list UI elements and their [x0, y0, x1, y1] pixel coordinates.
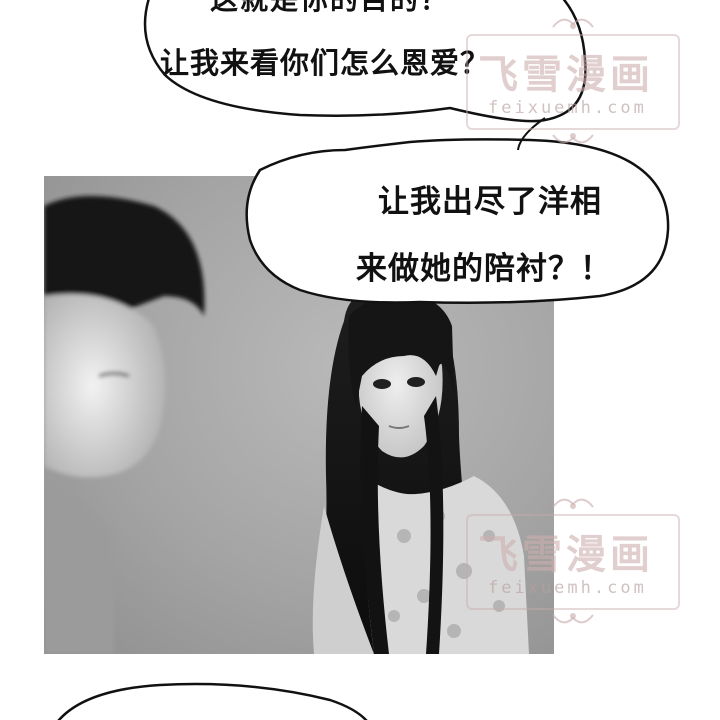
watermark-url: feixuemh.com — [488, 98, 647, 118]
watermark-ornament-icon — [552, 613, 594, 624]
speech-bubble-3 — [57, 682, 368, 720]
watermark-top: 飞雪漫画 feixuemh.com — [448, 18, 698, 150]
watermark-bottom: 飞雪漫画 feixuemh.com — [448, 498, 698, 630]
comic-page: 这就是你的目的？ 让我来看你们怎么恩爱？ 让我出尽了洋相 来做她的陪衬？！ 飞雪… — [0, 0, 720, 720]
watermark-ornament-icon — [552, 18, 594, 29]
watermark-ornament-icon — [552, 498, 594, 509]
watermark-title: 飞雪漫画 — [478, 52, 654, 98]
watermark-url: feixuemh.com — [488, 578, 647, 598]
watermark-title: 飞雪漫画 — [478, 532, 654, 578]
watermark-ornament-icon — [552, 133, 594, 144]
bubble-1-line-2: 让我来看你们怎么恩爱？ — [160, 46, 491, 80]
bubble-1-line-1: 这就是你的目的？ — [210, 0, 450, 18]
bubble-2-line-2: 来做她的陪衬？！ — [356, 251, 612, 287]
bubble-2-line-1: 让我出尽了洋相 — [378, 184, 602, 220]
